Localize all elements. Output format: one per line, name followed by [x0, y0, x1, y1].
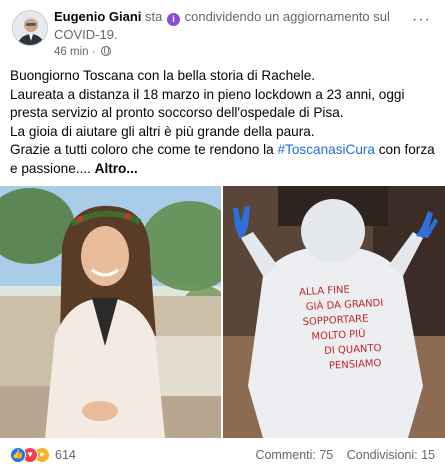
- hashtag-link[interactable]: #ToscanasiCura: [278, 142, 375, 157]
- shares-count[interactable]: Condivisioni: 15: [347, 448, 435, 462]
- feeling-icon: i: [167, 13, 180, 26]
- like-reaction-icon: 👍: [10, 447, 26, 463]
- reactions-summary[interactable]: 👍 ♥ ● 614: [10, 446, 76, 464]
- post-header-text: Eugenio Giani sta i condividendo un aggi…: [54, 8, 404, 43]
- photo-grid: ALLA FINE GIÀ DA GRANDI SOPPORTARE MOLTO…: [0, 186, 445, 438]
- engagement-counts: Commenti: 75 Condivisioni: 15: [245, 446, 435, 464]
- activity-prefix: sta: [145, 9, 163, 24]
- hashtag-suffix: con forza: [374, 142, 435, 157]
- timestamp-separator: ·: [91, 46, 96, 58]
- more-options-icon[interactable]: ···: [412, 12, 431, 28]
- text-line: Grazie a tutti coloro che come te rendon…: [10, 142, 278, 157]
- see-more-link[interactable]: Altro...: [95, 161, 138, 176]
- suit-writing: ALLA FINE GIÀ DA GRANDI SOPPORTARE MOLTO…: [299, 279, 424, 375]
- comments-count[interactable]: Commenti: 75: [255, 448, 333, 462]
- facebook-post: Eugenio Giani sta i condividendo un aggi…: [0, 0, 445, 466]
- post-text: Buongiorno Toscana con la bella storia d…: [10, 67, 435, 178]
- text-line: Buongiorno Toscana con la bella storia d…: [10, 68, 316, 83]
- timestamp[interactable]: 46 min: [54, 46, 89, 58]
- text-line: Laureata a distanza il 18 marzo in pieno…: [10, 86, 405, 102]
- photo-protective-suit[interactable]: ALLA FINE GIÀ DA GRANDI SOPPORTARE MOLTO…: [223, 186, 445, 438]
- text-line-with-hashtag: Grazie a tutti coloro che come te rendon…: [10, 141, 435, 160]
- globe-icon: [100, 46, 111, 56]
- post-footer: 👍 ♥ ● 614 Commenti: 75 Condivisioni: 15: [10, 446, 435, 464]
- text-line: e passione....: [10, 160, 95, 176]
- photo-graduate[interactable]: [0, 186, 221, 438]
- author-name[interactable]: Eugenio Giani: [54, 9, 141, 24]
- reaction-count[interactable]: 614: [55, 448, 76, 462]
- text-line-last: e passione.... Altro...: [10, 160, 435, 179]
- post-header: Eugenio Giani sta i condividendo un aggi…: [10, 8, 435, 60]
- text-line: presta servizio al pronto soccorso dell'…: [10, 105, 344, 120]
- avatar[interactable]: [12, 10, 48, 46]
- text-line: La gioia di aiutare gli altri è più gran…: [10, 123, 315, 139]
- post-meta: 46 min ·: [54, 45, 111, 59]
